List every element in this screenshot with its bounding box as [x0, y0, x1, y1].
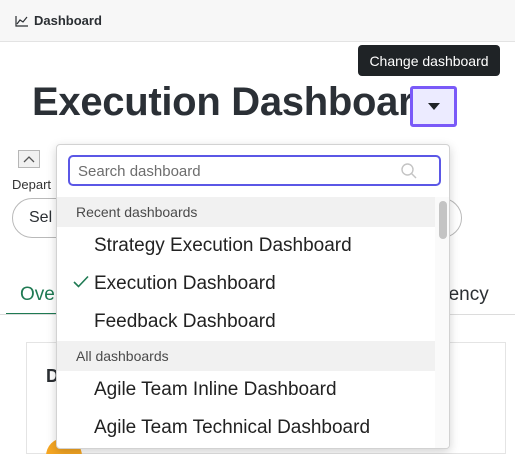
tab-overview[interactable]: Ove — [20, 284, 55, 306]
list-item-label: Feedback Dashboard — [94, 311, 276, 332]
breadcrumb[interactable]: Dashboard — [15, 13, 102, 28]
search-icon — [401, 163, 417, 179]
dashboard-dropdown: Recent dashboards Strategy Execution Das… — [56, 144, 450, 449]
dashboard-list: Recent dashboards Strategy Execution Das… — [57, 197, 435, 448]
list-item-selected[interactable]: Execution Dashboard — [57, 265, 435, 303]
page-title: Execution Dashboard — [32, 80, 438, 124]
list-item[interactable]: Agile Team Technical Dashboard — [57, 409, 435, 447]
change-dashboard-button[interactable] — [410, 86, 457, 127]
breadcrumb-label: Dashboard — [34, 13, 102, 28]
line-chart-icon — [15, 15, 28, 27]
list-item-label: Execution Dashboard — [94, 273, 276, 294]
chevron-up-icon — [23, 156, 35, 163]
change-dashboard-tooltip: Change dashboard — [358, 45, 500, 76]
list-item-label: Agile Team Inline Dashboard — [94, 379, 337, 400]
list-item[interactable]: Agile Team Inline Dashboard — [57, 371, 435, 409]
scrollbar-thumb[interactable] — [439, 201, 447, 239]
group-header-all: All dashboards — [57, 341, 435, 371]
search-input[interactable] — [78, 162, 388, 180]
checkmark-icon — [73, 275, 89, 288]
group-header-recent: Recent dashboards — [57, 197, 435, 227]
collapse-filters-button[interactable] — [18, 150, 40, 168]
scrollbar[interactable] — [435, 197, 449, 448]
list-item[interactable]: Strategy Execution Dashboard — [57, 227, 435, 265]
list-item-label: Agile Team Technical Dashboard — [94, 417, 371, 438]
search-box[interactable] — [68, 155, 441, 186]
dropdown-caret — [424, 145, 442, 153]
list-item-label: Strategy Execution Dashboard — [94, 235, 352, 256]
caret-down-icon — [427, 102, 440, 110]
list-item[interactable]: Feedback Dashboard — [57, 303, 435, 341]
top-bar: Dashboard — [0, 0, 515, 42]
department-label: Depart — [12, 177, 52, 192]
